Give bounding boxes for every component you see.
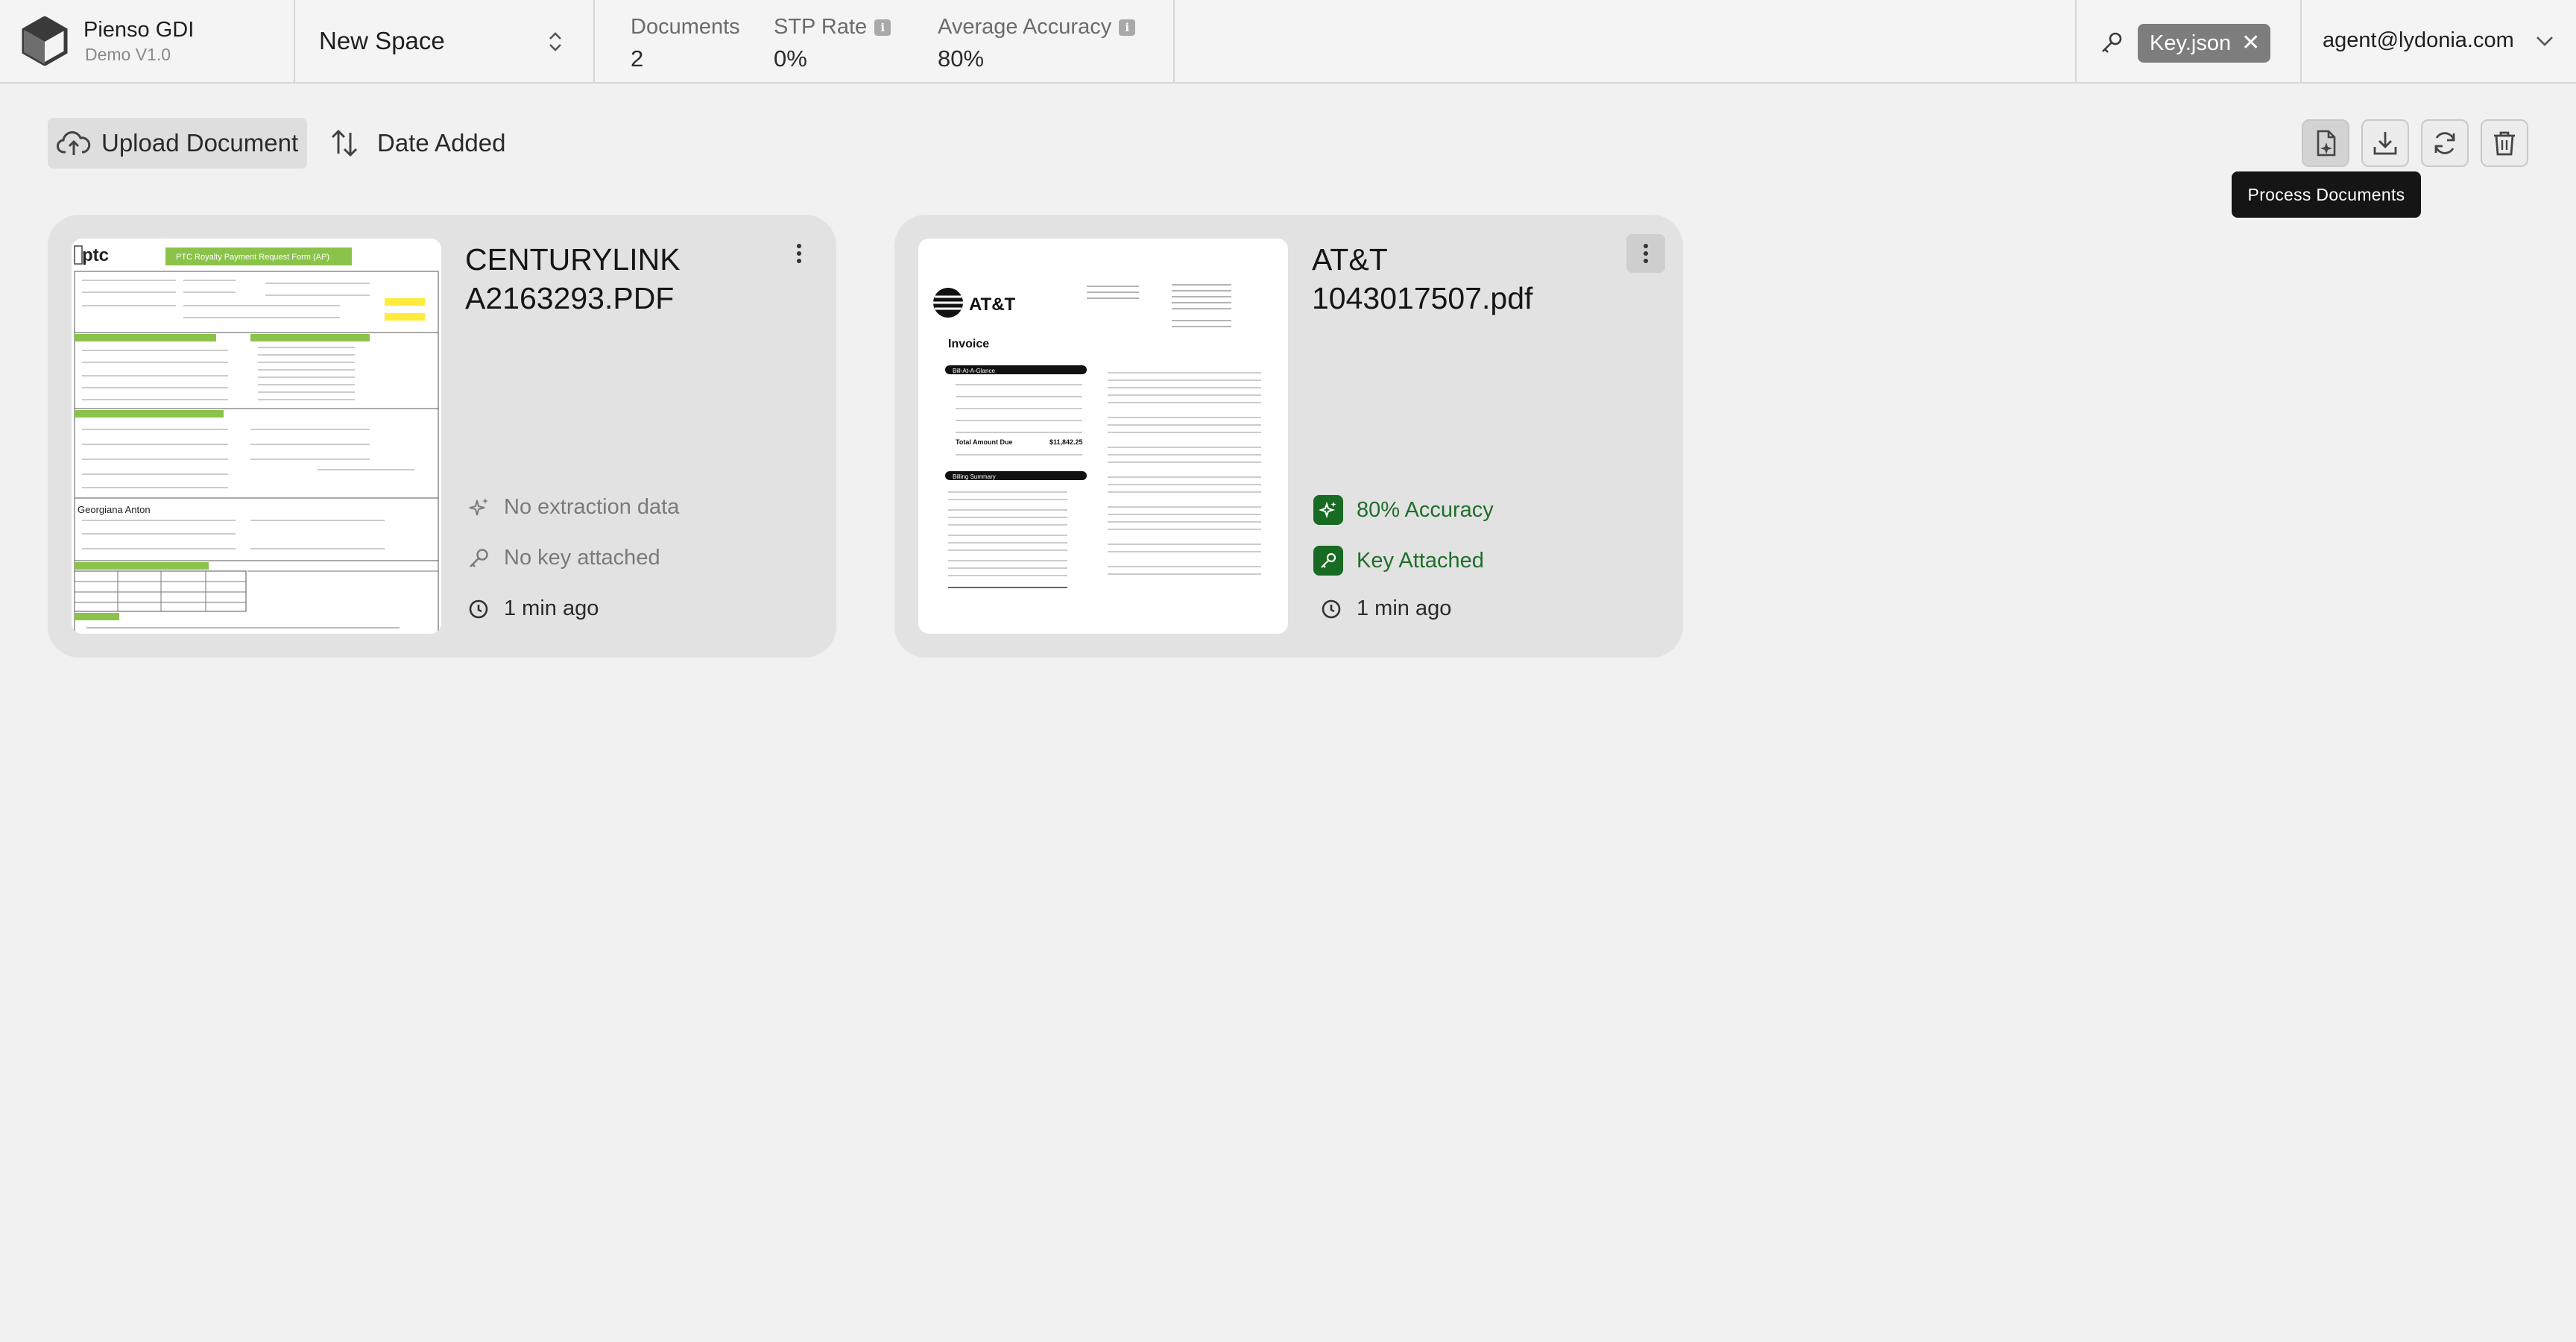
- top-bar: Pienso GDI Demo V1.0 New Space Documents…: [0, 0, 2576, 84]
- stat-label: Average Accuracy: [938, 15, 1112, 39]
- time-label: 1 min ago: [1357, 596, 1452, 620]
- delete-button[interactable]: [2481, 119, 2528, 167]
- app-version: Demo V1.0: [85, 45, 171, 64]
- sort-arrows-icon: [331, 129, 358, 157]
- stat-value: 80%: [938, 45, 985, 72]
- key-file-name: Key.json: [2150, 31, 2232, 55]
- more-options-button[interactable]: [1626, 234, 1665, 273]
- thumbnail-logo: AT&T: [969, 294, 1016, 315]
- key-icon: [1313, 546, 1343, 576]
- document-thumbnail[interactable]: ptc PTC Royalty Payment Request Form (AP…: [72, 239, 441, 634]
- file-sparkle-icon: [2317, 130, 2336, 157]
- document-card[interactable]: AT&T Invoice Bill-At-A-Glance Total Amou…: [894, 215, 1683, 658]
- key-status-label: Key Attached: [1357, 548, 1484, 573]
- download-icon: [2373, 132, 2397, 155]
- time-label: 1 min ago: [504, 596, 599, 620]
- stat-average-accuracy: Average Accuracy i 80%: [938, 15, 1136, 72]
- document-title[interactable]: AT&T 1043017507.pdf: [1312, 240, 1610, 318]
- document-thumbnail[interactable]: AT&T Invoice Bill-At-A-Glance Total Amou…: [918, 239, 1288, 634]
- brand[interactable]: Pienso GDI Demo V1.0: [0, 0, 294, 82]
- close-icon[interactable]: ✕: [2241, 32, 2260, 54]
- thumbnail-heading: Invoice: [948, 338, 989, 350]
- key-file-chip[interactable]: Key.json ✕: [2138, 24, 2271, 63]
- document-card[interactable]: ptc PTC Royalty Payment Request Form (AP…: [48, 215, 836, 658]
- trash-icon: [2494, 131, 2515, 156]
- sparkle-icon: [1313, 495, 1343, 525]
- extraction-status: 80% Accuracy: [1313, 495, 1494, 525]
- sort-label: Date Added: [377, 129, 506, 157]
- ptc-form-preview: ptc PTC Royalty Payment Request Form (AP…: [72, 239, 441, 634]
- stat-stp-rate: STP Rate i 0%: [774, 15, 891, 72]
- document-title[interactable]: CENTURYLINK A2163293.PDF: [465, 240, 763, 318]
- stat-documents: Documents 2: [631, 15, 740, 72]
- sparkle-icon: [469, 497, 488, 515]
- thumbnail-total-value: $11,842.25: [1049, 438, 1083, 446]
- thumbnail-total-label: Total Amount Due: [956, 438, 1013, 446]
- thumbnail-section: Bill-At-A-Glance: [953, 368, 995, 374]
- extraction-status: No extraction data: [467, 495, 679, 520]
- stat-label: Documents: [631, 15, 740, 39]
- time-added: 1 min ago: [1319, 596, 1451, 621]
- space-selector[interactable]: New Space: [295, 0, 593, 82]
- divider: [1173, 0, 1175, 82]
- upload-document-button[interactable]: Upload Document: [48, 118, 307, 168]
- sort-date-added-button[interactable]: Date Added: [328, 118, 505, 168]
- more-options-button[interactable]: [780, 234, 818, 273]
- att-invoice-preview: AT&T Invoice Bill-At-A-Glance Total Amou…: [918, 239, 1288, 634]
- chevron-up-down-icon: [549, 32, 561, 51]
- pienso-logo-icon: [22, 16, 68, 66]
- info-icon[interactable]: i: [1119, 19, 1136, 36]
- stat-value: 2: [631, 45, 644, 72]
- chevron-down-icon: [2536, 37, 2553, 46]
- thumbnail-section: Billing Summary: [953, 473, 996, 480]
- space-name: New Space: [319, 27, 445, 54]
- extraction-label: No extraction data: [504, 495, 680, 519]
- refresh-button[interactable]: [2421, 119, 2469, 167]
- kebab-menu-icon: [797, 244, 801, 263]
- thumbnail-person: Georgiana Anton: [78, 504, 151, 515]
- info-icon[interactable]: i: [874, 19, 891, 36]
- clock-icon: [1322, 599, 1341, 618]
- download-button[interactable]: [2361, 119, 2409, 167]
- key-section: Key.json ✕: [2077, 0, 2300, 82]
- key-status-label: No key attached: [504, 546, 660, 570]
- accuracy-label: 80% Accuracy: [1357, 497, 1494, 522]
- stat-label: STP Rate: [774, 15, 868, 39]
- thumbnail-logo: ptc: [82, 245, 109, 265]
- clock-icon: [469, 599, 488, 618]
- process-documents-button[interactable]: [2302, 119, 2349, 167]
- thumbnail-header: PTC Royalty Payment Request Form (AP): [176, 253, 329, 262]
- key-icon: [470, 548, 488, 567]
- refresh-icon: [2434, 132, 2455, 154]
- stat-value: 0%: [774, 45, 807, 72]
- user-menu[interactable]: agent@lydonia.com: [2302, 0, 2576, 82]
- kebab-menu-icon: [1644, 244, 1648, 263]
- cloud-upload-icon: [57, 131, 91, 155]
- upload-label: Upload Document: [101, 129, 299, 157]
- time-added: 1 min ago: [467, 596, 599, 621]
- stats-panel: Documents 2 STP Rate i 0% Average Accurac…: [595, 0, 1173, 82]
- app-name: Pienso GDI: [83, 18, 195, 42]
- tooltip: Process Documents: [2232, 171, 2421, 218]
- key-status: No key attached: [467, 546, 660, 570]
- key-status: Key Attached: [1313, 546, 1484, 576]
- user-email: agent@lydonia.com: [2323, 28, 2514, 52]
- key-icon: [2102, 32, 2122, 53]
